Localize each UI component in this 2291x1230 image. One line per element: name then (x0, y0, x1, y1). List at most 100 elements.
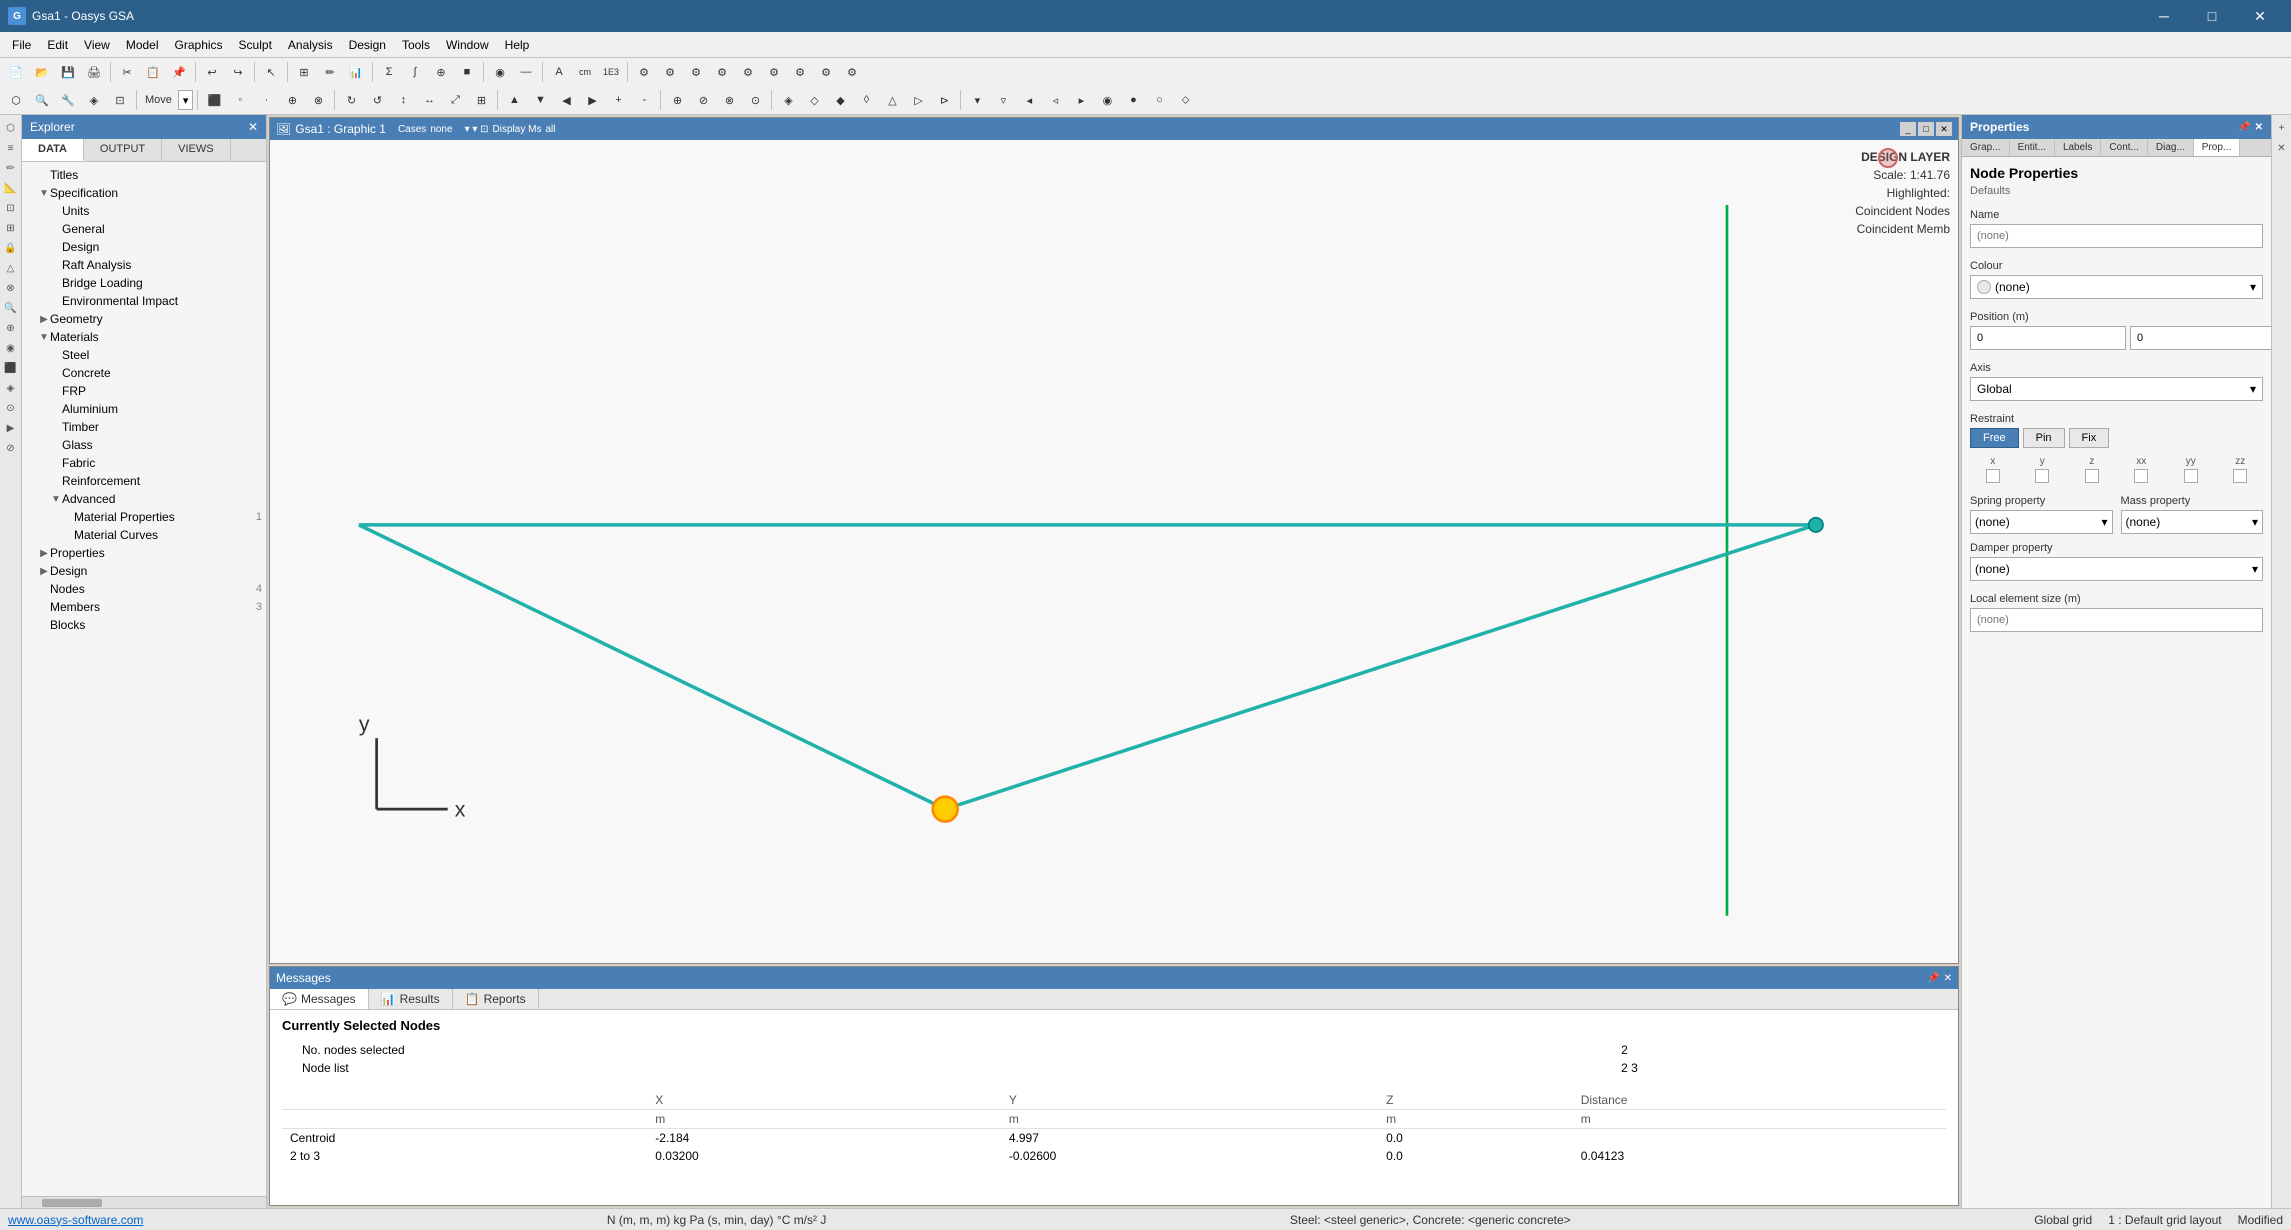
extra16-button[interactable]: ▸ (1069, 88, 1093, 112)
undo-button[interactable]: ↩ (200, 60, 224, 84)
menu-analysis[interactable]: Analysis (280, 35, 341, 55)
menu-window[interactable]: Window (438, 35, 497, 55)
extra5-button[interactable]: ◈ (776, 88, 800, 112)
extra8-button[interactable]: ◊ (854, 88, 878, 112)
tree-item-geometry[interactable]: ▶ Geometry (22, 310, 266, 328)
checkbox-y-input[interactable] (2035, 469, 2049, 483)
sidebar-icon-4[interactable]: 📐 (2, 179, 20, 197)
colour-select[interactable]: (none) ▾ (1970, 275, 2263, 299)
display3-button[interactable]: ◀ (554, 88, 578, 112)
extra19-button[interactable]: ○ (1147, 88, 1171, 112)
tree-item-blocks[interactable]: Blocks (22, 616, 266, 634)
props-pin[interactable]: 📌 (2238, 122, 2250, 133)
messages-close[interactable]: ✕ (1944, 973, 1952, 984)
explorer-close-icon[interactable]: ✕ (248, 120, 258, 134)
display1-button[interactable]: ▲ (502, 88, 526, 112)
prop-tab-prop[interactable]: Prop... (2194, 139, 2240, 156)
sidebar-icon-6[interactable]: ⊞ (2, 219, 20, 237)
copy-button[interactable]: 📋 (141, 60, 165, 84)
explorer-scrollbar[interactable] (22, 1196, 266, 1208)
prop-tab-labels[interactable]: Labels (2055, 139, 2101, 156)
menu-edit[interactable]: Edit (39, 35, 76, 55)
view2-button[interactable]: ◦ (228, 88, 252, 112)
move-dropdown[interactable]: ▾ (178, 90, 194, 110)
prop-tab-diag[interactable]: Diag... (2148, 139, 2194, 156)
menu-help[interactable]: Help (497, 35, 538, 55)
text-button[interactable]: A (547, 60, 571, 84)
sidebar-icon-9[interactable]: ⊗ (2, 279, 20, 297)
sidebar-icon-1[interactable]: ⬡ (2, 119, 20, 137)
restraint-free-button[interactable]: Free (1970, 428, 2019, 448)
more3-button[interactable]: ⚙ (684, 60, 708, 84)
graphic-content[interactable]: DESIGN LAYER Scale: 1:41.76 Highlighted:… (270, 140, 1958, 963)
prop-tab-graph[interactable]: Grap... (1962, 139, 2010, 156)
display4-button[interactable]: ▶ (580, 88, 604, 112)
nodes-button[interactable]: ◉ (488, 60, 512, 84)
sidebar-icon-12[interactable]: ◉ (2, 339, 20, 357)
rot3-button[interactable]: ↕ (391, 88, 415, 112)
extra15-button[interactable]: ◃ (1043, 88, 1067, 112)
select-button[interactable]: ↖ (259, 60, 283, 84)
sidebar-icon-2[interactable]: ≡ (2, 139, 20, 157)
rot4-button[interactable]: ↔ (417, 88, 441, 112)
checkbox-xx-input[interactable] (2134, 469, 2148, 483)
display2-button[interactable]: ▼ (528, 88, 552, 112)
mode2-button[interactable]: 🔍 (30, 88, 54, 112)
checkbox-yy-input[interactable] (2184, 469, 2198, 483)
mode4-button[interactable]: ◈ (82, 88, 106, 112)
tree-item-environmental[interactable]: Environmental Impact (22, 292, 266, 310)
more2-button[interactable]: ⚙ (658, 60, 682, 84)
position-y-input[interactable] (2130, 326, 2271, 350)
extra10-button[interactable]: ▷ (906, 88, 930, 112)
tab-output[interactable]: OUTPUT (84, 139, 162, 161)
graphic-maximize[interactable]: □ (1918, 122, 1934, 136)
messages-pin[interactable]: 📌 (1927, 973, 1939, 984)
more9-button[interactable]: ⚙ (840, 60, 864, 84)
extra12-button[interactable]: ▾ (965, 88, 989, 112)
menu-model[interactable]: Model (118, 35, 167, 55)
local-size-input[interactable] (1970, 608, 2263, 632)
rot2-button[interactable]: ↺ (365, 88, 389, 112)
extra20-button[interactable]: ⬦ (1173, 88, 1197, 112)
tab-reports[interactable]: 📋 Reports (453, 989, 539, 1009)
sidebar-icon-10[interactable]: 🔍 (2, 299, 20, 317)
table-button[interactable]: ⊞ (292, 60, 316, 84)
edit-button[interactable]: ✏ (318, 60, 342, 84)
sidebar-icon-3[interactable]: ✏ (2, 159, 20, 177)
tree-item-glass[interactable]: Glass (22, 436, 266, 454)
extra1-button[interactable]: ⊕ (665, 88, 689, 112)
name-input[interactable] (1970, 224, 2263, 248)
mode1-button[interactable]: ⬡ (4, 88, 28, 112)
view4-button[interactable]: ⊕ (280, 88, 304, 112)
extra3-button[interactable]: ⊗ (717, 88, 741, 112)
menu-tools[interactable]: Tools (394, 35, 438, 55)
axis-select[interactable]: Global ▾ (1970, 377, 2263, 401)
extra7-button[interactable]: ◆ (828, 88, 852, 112)
tab-results[interactable]: 📊 Results (369, 989, 453, 1009)
tree-item-mat-curves[interactable]: Material Curves (22, 526, 266, 544)
chart-button[interactable]: 📊 (344, 60, 368, 84)
sidebar-icon-13[interactable]: ⬛ (2, 359, 20, 377)
tree-item-units[interactable]: Units (22, 202, 266, 220)
mode3-button[interactable]: 🔧 (56, 88, 80, 112)
tree-item-design[interactable]: Design (22, 238, 266, 256)
extra17-button[interactable]: ◉ (1095, 88, 1119, 112)
more8-button[interactable]: ⚙ (814, 60, 838, 84)
stop-button[interactable]: ■ (455, 60, 479, 84)
damper-select[interactable]: (none) ▾ (1970, 557, 2263, 581)
tree-item-members[interactable]: Members 3 (22, 598, 266, 616)
more4-button[interactable]: ⚙ (710, 60, 734, 84)
more1-button[interactable]: ⚙ (632, 60, 656, 84)
beams-button[interactable]: — (514, 60, 538, 84)
prop-side-icon-2[interactable]: ✕ (2273, 139, 2291, 157)
sidebar-icon-11[interactable]: ⊕ (2, 319, 20, 337)
tree-item-steel[interactable]: Steel (22, 346, 266, 364)
restraint-pin-button[interactable]: Pin (2023, 428, 2065, 448)
open-button[interactable]: 📂 (30, 60, 54, 84)
tree-item-reinforcement[interactable]: Reinforcement (22, 472, 266, 490)
func-button[interactable]: ∫ (403, 60, 427, 84)
extra14-button[interactable]: ◂ (1017, 88, 1041, 112)
sum-button[interactable]: Σ (377, 60, 401, 84)
paste-button[interactable]: 📌 (167, 60, 191, 84)
extra4-button[interactable]: ⊙ (743, 88, 767, 112)
